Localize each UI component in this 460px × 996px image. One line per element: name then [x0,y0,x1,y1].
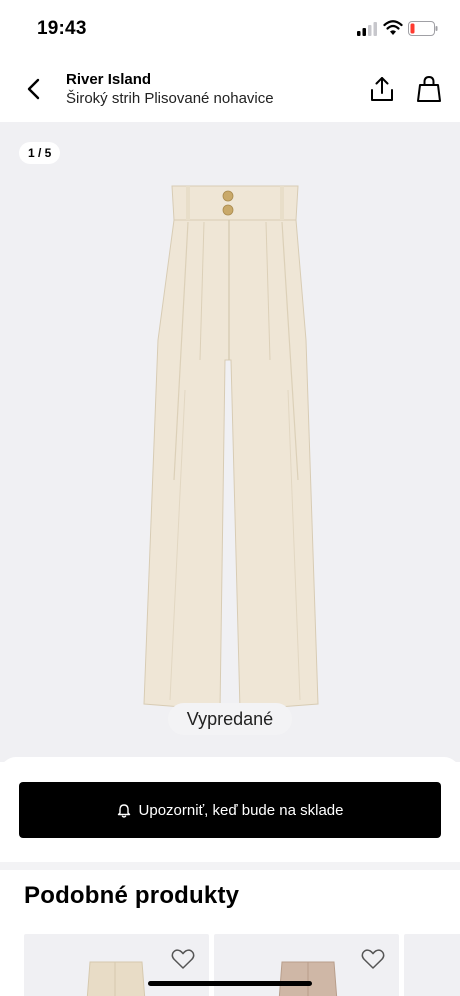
wifi-icon [383,20,403,35]
image-counter: 1 / 5 [19,142,61,164]
status-bar: 19:43 [0,0,460,58]
action-sheet: Upozorniť, keď bude na sklade [0,757,460,867]
status-time: 19:43 [37,18,87,39]
bag-button[interactable] [413,72,445,106]
similar-product-card[interactable] [404,934,460,996]
product-header: River Island Široký strih Plisované noha… [0,58,460,122]
similar-product-card[interactable] [214,934,399,996]
notify-label: Upozorniť, keď bude na sklade [138,801,344,819]
heart-icon[interactable] [171,948,195,970]
similar-product-card[interactable] [24,934,209,996]
battery-icon [408,21,438,36]
product-image [143,185,319,711]
chevron-left-icon [27,78,40,100]
signal-icon [357,22,377,36]
brand-name: River Island [66,71,152,88]
notify-when-available-button[interactable]: Upozorniť, keď bude na sklade [19,782,441,838]
share-button[interactable] [366,72,398,106]
bell-icon [117,803,130,818]
similar-products-title: Podobné produkty [24,882,240,909]
product-gallery[interactable]: 1 / 5 Vypredané [0,122,460,762]
shopping-bag-icon [417,75,441,102]
product-name: Široký strih Plisované nohavice [66,90,274,107]
sold-out-badge: Vypredané [168,703,292,735]
home-indicator[interactable] [148,981,312,986]
section-divider [0,862,460,870]
heart-icon[interactable] [361,948,385,970]
share-icon [371,77,393,101]
back-button[interactable] [18,72,50,106]
